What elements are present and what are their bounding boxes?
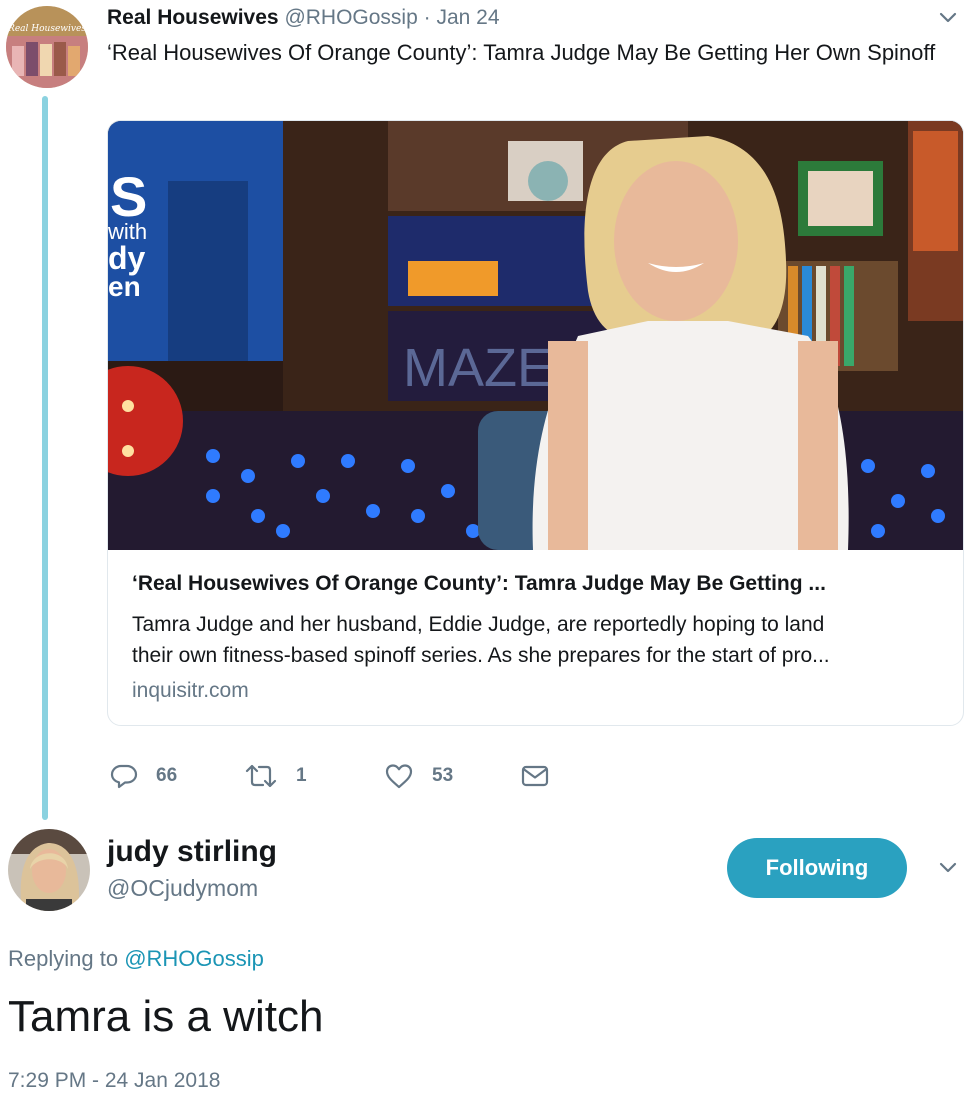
replying-to-label: Replying to	[8, 946, 119, 971]
envelope-icon	[520, 762, 550, 790]
reply-count: 66	[156, 765, 178, 786]
like-button[interactable]: 53	[384, 760, 453, 792]
tweet1-handle[interactable]: @RHOGossip	[284, 6, 417, 29]
direct-message-button[interactable]	[520, 760, 550, 792]
chevron-down-icon[interactable]	[937, 856, 959, 878]
tweet1-text: ‘Real Housewives Of Orange County’: Tamr…	[107, 40, 936, 65]
replying-to-line: Replying to @RHOGossip	[8, 946, 264, 972]
avatar-judy-stirling[interactable]	[8, 829, 90, 911]
replying-to-mention[interactable]: @RHOGossip	[124, 946, 264, 971]
card-description-line: Tamra Judge and her husband, Eddie Judge…	[132, 613, 825, 636]
tweet1-date[interactable]: · Jan 24	[424, 6, 500, 29]
like-count: 53	[432, 765, 454, 786]
maze-sign-text: MAZE	[403, 338, 553, 398]
heart-icon	[384, 762, 414, 790]
card-domain: inquisitr.com	[132, 679, 249, 702]
tweet1-header: Real Housewives @RHOGossip · Jan 24	[107, 6, 500, 30]
card-title: ‘Real Housewives Of Orange County’: Tamr…	[132, 572, 826, 595]
tweet2-author-name[interactable]: judy stirling	[107, 835, 277, 869]
chevron-down-icon[interactable]	[937, 6, 959, 28]
card-description: Tamra Judge and her husband, Eddie Judge…	[132, 609, 942, 671]
retweet-count: 1	[296, 765, 307, 786]
tweet2-timestamp[interactable]: 7:29 PM - 24 Jan 2018	[8, 1069, 220, 1093]
card-image: S with dy en MAZE	[108, 121, 963, 550]
svg-text:en: en	[108, 271, 141, 302]
tweet2-handle[interactable]: @OCjudymom	[107, 875, 258, 902]
tweet1-actions: 66 1 53	[0, 760, 980, 794]
tweet1-author-name[interactable]: Real Housewives	[107, 6, 279, 29]
avatar-banner-text: Real Housewives	[7, 24, 86, 34]
following-button[interactable]: Following	[727, 838, 907, 898]
reply-button[interactable]: 66	[110, 760, 177, 792]
tweet2-text: Tamra is a witch	[8, 992, 324, 1041]
avatar-real-housewives[interactable]: Real Housewives	[6, 6, 88, 88]
retweet-icon	[244, 762, 278, 790]
retweet-button[interactable]: 1	[244, 760, 307, 792]
thread-connector-line	[42, 96, 48, 820]
link-preview-card[interactable]: S with dy en MAZE ‘Real Housewives Of Or…	[107, 120, 964, 726]
card-description-line: their own fitness-based spinoff series. …	[132, 644, 830, 667]
reply-icon	[110, 762, 138, 790]
